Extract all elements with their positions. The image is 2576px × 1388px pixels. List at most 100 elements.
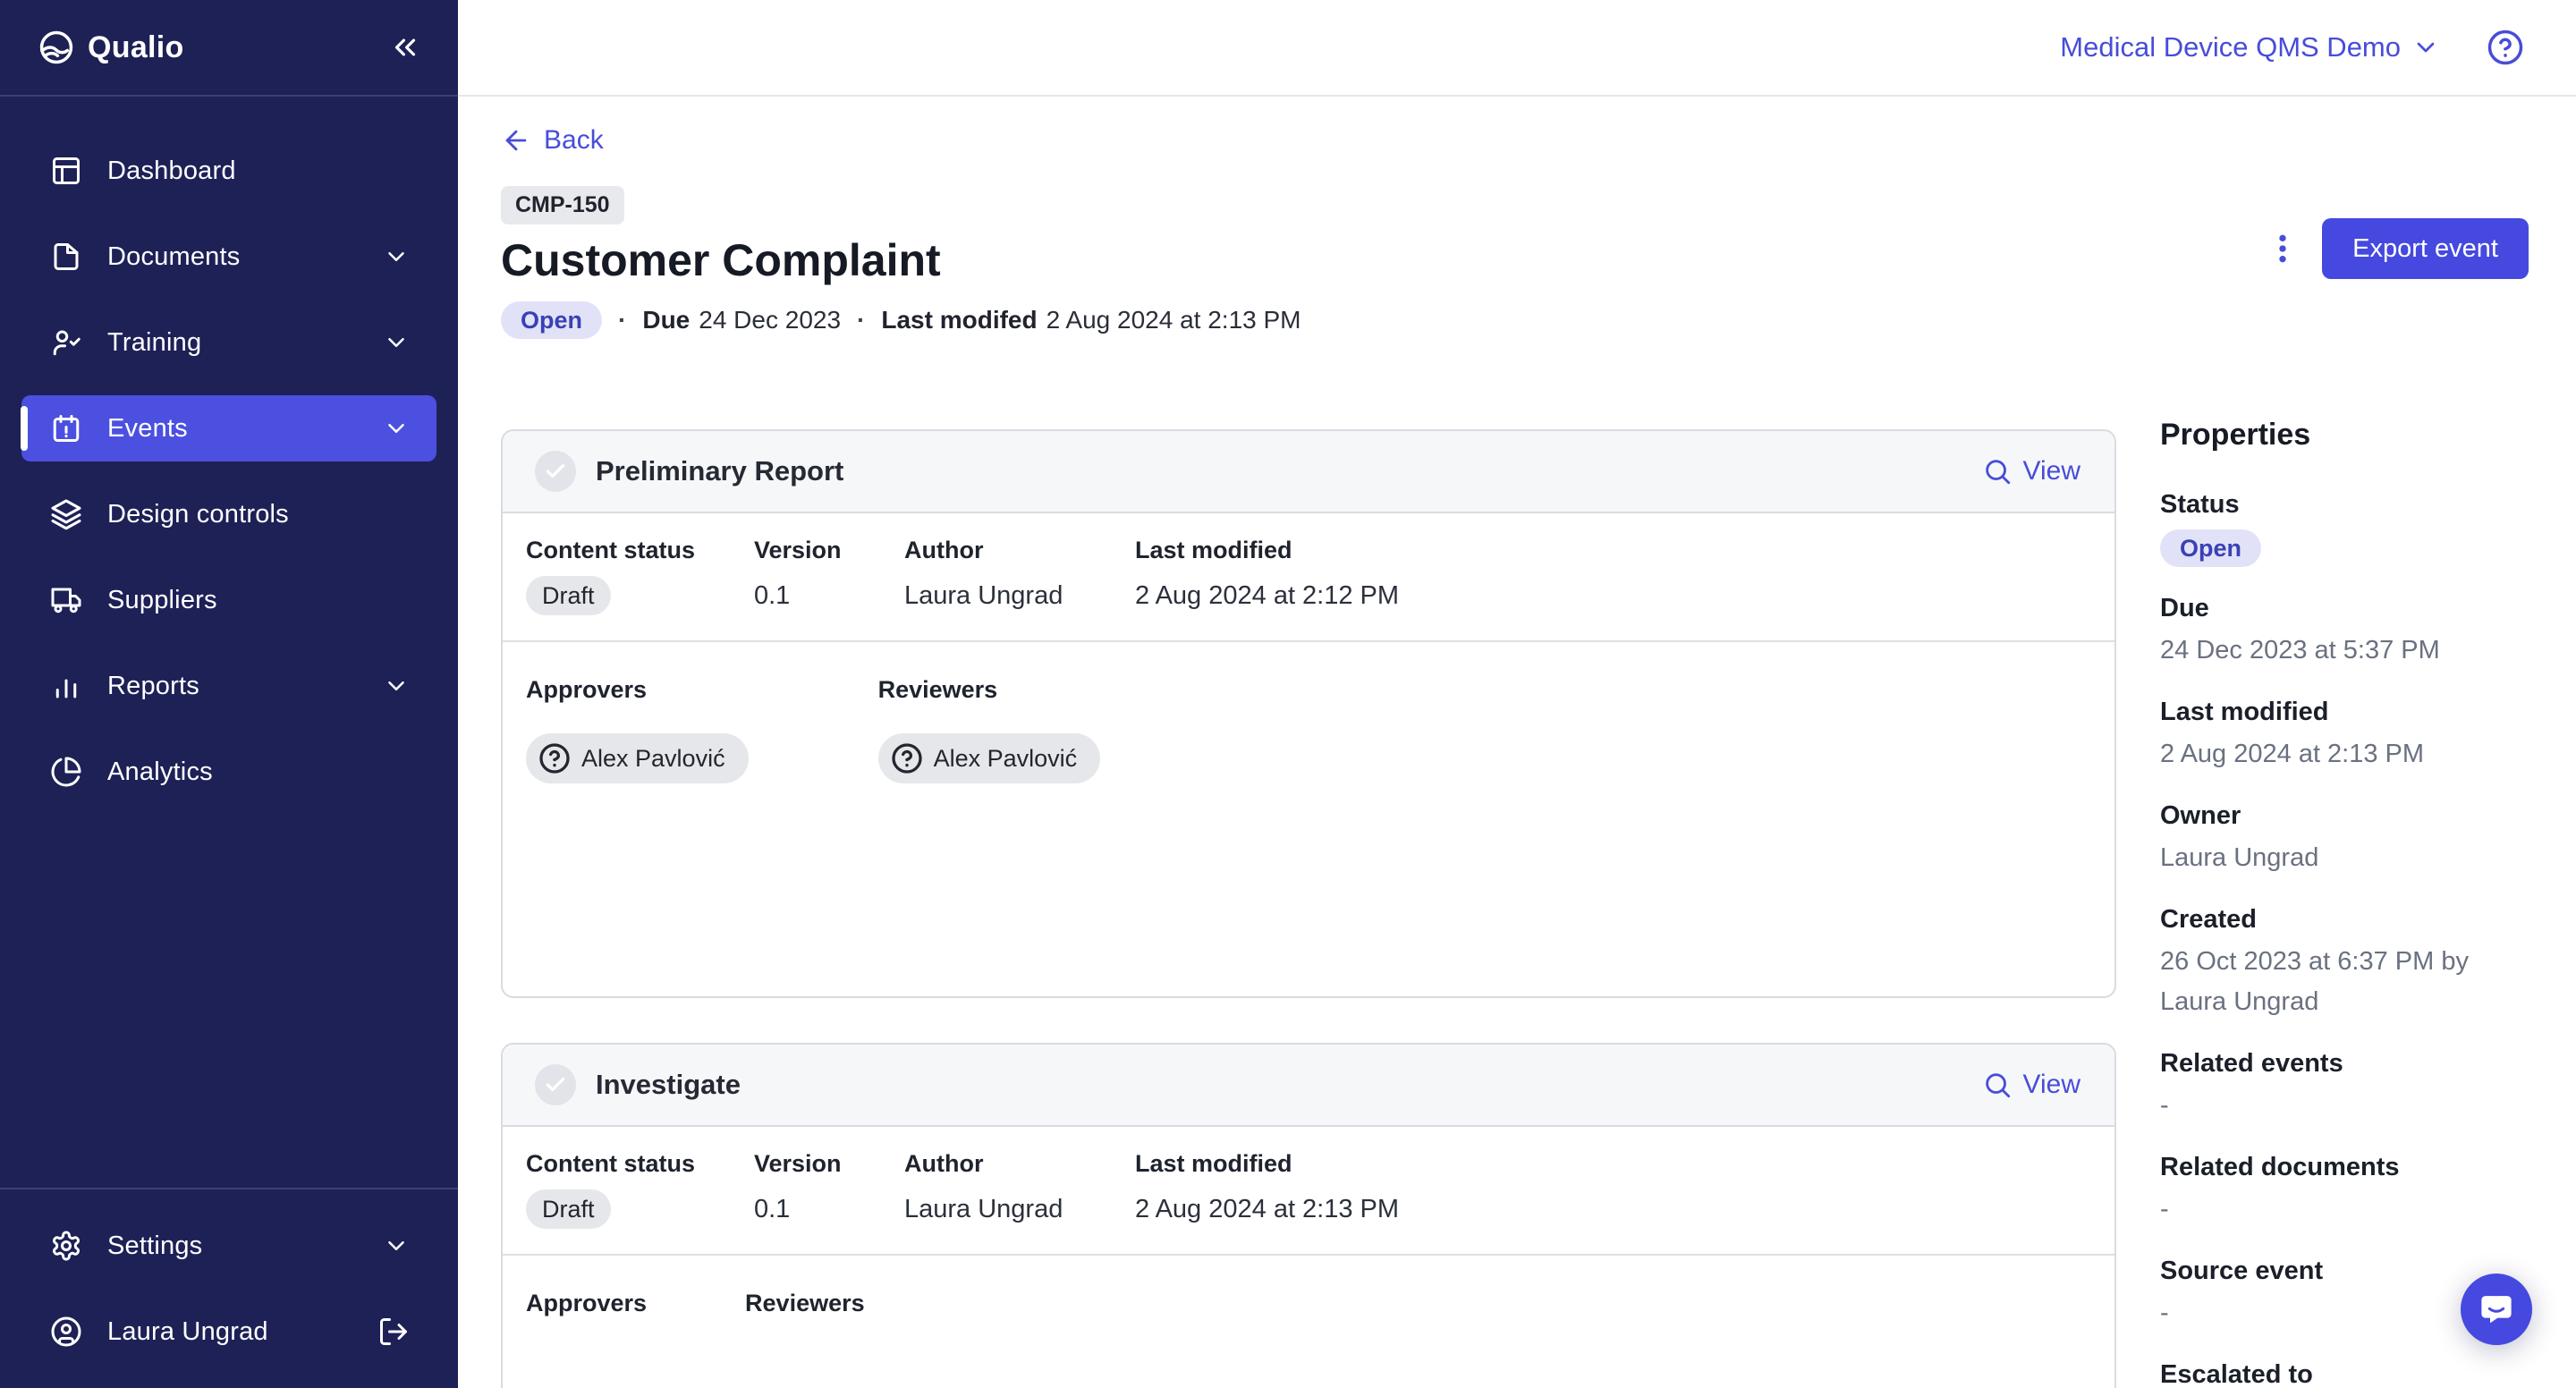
sidebar-header: Qualio bbox=[0, 0, 458, 97]
reviewers-group: Reviewers bbox=[745, 1288, 865, 1318]
search-icon bbox=[1982, 456, 2012, 487]
bar-chart-icon bbox=[50, 670, 82, 702]
sidebar-item-user[interactable]: Laura Ungrad bbox=[21, 1299, 436, 1365]
body-row: Preliminary Report View Content status bbox=[501, 415, 2529, 1388]
current-user-name: Laura Ungrad bbox=[107, 1317, 268, 1347]
page-title: Customer Complaint bbox=[501, 233, 1301, 288]
approver-pill: Alex Pavlović bbox=[526, 733, 749, 783]
step-people: Approvers Reviewers bbox=[503, 1254, 2114, 1388]
sidebar-item-documents[interactable]: Documents bbox=[21, 224, 436, 290]
view-label: View bbox=[2023, 456, 2080, 487]
approvers-group: Approvers Alex Pavlović bbox=[526, 674, 749, 783]
back-link[interactable]: Back bbox=[501, 120, 604, 161]
unknown-user-icon bbox=[891, 742, 923, 774]
step-card-preliminary-report: Preliminary Report View Content status bbox=[501, 429, 2116, 998]
step-card-investigate: Investigate View Content status bbox=[501, 1043, 2116, 1388]
property-created: Created 26 Oct 2023 at 6:37 PM by Laura … bbox=[2160, 901, 2529, 1022]
sidebar-item-events[interactable]: Events bbox=[21, 395, 436, 461]
status-badge: Open bbox=[2160, 529, 2261, 567]
status-badge: Open bbox=[501, 301, 602, 339]
chevron-down-icon bbox=[383, 673, 410, 699]
back-label: Back bbox=[544, 125, 604, 156]
collapse-sidebar-icon[interactable] bbox=[388, 30, 422, 64]
field-version: Version 0.1 bbox=[754, 1148, 904, 1229]
sidebar-item-suppliers[interactable]: Suppliers bbox=[21, 567, 436, 633]
search-icon bbox=[1982, 1070, 2012, 1100]
reviewer-name: Alex Pavlović bbox=[934, 745, 1078, 773]
approvers-group: Approvers bbox=[526, 1288, 647, 1318]
step-title: Preliminary Report bbox=[596, 455, 843, 487]
sidebar-item-label: Design controls bbox=[107, 500, 289, 529]
sidebar: Qualio Dashboard Documents bbox=[0, 0, 458, 1388]
event-meta: Open Due 24 Dec 2023 Last modifed 2 Aug … bbox=[501, 301, 1301, 339]
field-author: Author Laura Ungrad bbox=[904, 535, 1135, 615]
view-label: View bbox=[2023, 1070, 2080, 1100]
app-logo-text: Qualio bbox=[88, 30, 184, 65]
sidebar-item-analytics[interactable]: Analytics bbox=[21, 739, 436, 805]
dashboard-icon bbox=[50, 155, 82, 187]
qualio-logo-icon bbox=[38, 29, 75, 66]
property-due: Due 24 Dec 2023 at 5:37 PM bbox=[2160, 590, 2529, 671]
step-card-header[interactable]: Investigate View bbox=[503, 1045, 2114, 1127]
property-status: Status Open bbox=[2160, 487, 2529, 567]
content-status-badge: Draft bbox=[526, 576, 611, 615]
step-people: Approvers Alex Pavlović bbox=[503, 640, 2114, 996]
app-window: Qualio Dashboard Documents bbox=[0, 0, 2576, 1388]
field-version: Version 0.1 bbox=[754, 535, 904, 615]
field-last-modified: Last modified 2 Aug 2024 at 2:12 PM bbox=[1135, 535, 2088, 615]
layers-icon bbox=[50, 498, 82, 530]
sidebar-item-label: Settings bbox=[107, 1231, 202, 1261]
chat-bubble-icon bbox=[2478, 1291, 2515, 1328]
field-content-status: Content status Draft bbox=[526, 1148, 754, 1229]
reviewer-pill: Alex Pavlović bbox=[878, 733, 1101, 783]
user-circle-icon bbox=[50, 1316, 82, 1348]
step-card-header[interactable]: Preliminary Report View bbox=[503, 431, 2114, 513]
sidebar-item-label: Events bbox=[107, 414, 188, 444]
chat-widget-button[interactable] bbox=[2461, 1274, 2532, 1345]
field-content-status: Content status Draft bbox=[526, 535, 754, 615]
truck-icon bbox=[50, 584, 82, 616]
sidebar-item-label: Suppliers bbox=[107, 586, 217, 615]
more-options-icon[interactable] bbox=[2265, 231, 2301, 267]
sidebar-item-dashboard[interactable]: Dashboard bbox=[21, 138, 436, 204]
property-related-documents: Related documents - bbox=[2160, 1149, 2529, 1230]
chevron-down-icon bbox=[383, 329, 410, 356]
view-step-link[interactable]: View bbox=[1982, 1070, 2080, 1100]
sidebar-item-label: Analytics bbox=[107, 757, 213, 787]
user-check-icon bbox=[50, 326, 82, 359]
workspace-switcher[interactable]: Medical Device QMS Demo bbox=[2060, 31, 2440, 63]
chevron-down-icon bbox=[383, 243, 410, 270]
sidebar-item-reports[interactable]: Reports bbox=[21, 653, 436, 719]
step-title: Investigate bbox=[596, 1069, 741, 1101]
page-content: Back CMP-150 Customer Complaint Open Due… bbox=[458, 97, 2576, 1388]
sidebar-item-label: Dashboard bbox=[107, 157, 236, 186]
sidebar-item-label: Reports bbox=[107, 672, 199, 701]
property-last-modified: Last modified 2 Aug 2024 at 2:13 PM bbox=[2160, 694, 2529, 774]
chevron-down-icon bbox=[383, 1232, 410, 1259]
export-event-button[interactable]: Export event bbox=[2322, 218, 2529, 279]
sidebar-item-training[interactable]: Training bbox=[21, 309, 436, 376]
due-label: Due bbox=[642, 306, 690, 334]
title-block: CMP-150 Customer Complaint Open Due 24 D… bbox=[501, 186, 1301, 339]
properties-title: Properties bbox=[2160, 415, 2529, 454]
step-check-icon bbox=[535, 451, 576, 492]
step-check-icon bbox=[535, 1064, 576, 1105]
properties-panel: Properties Status Open Due 24 Dec 2023 a… bbox=[2160, 415, 2529, 1388]
last-modified-label: Last modifed bbox=[881, 306, 1037, 334]
page-header: CMP-150 Customer Complaint Open Due 24 D… bbox=[501, 186, 2529, 339]
steps-column: Preliminary Report View Content status bbox=[501, 429, 2116, 1388]
chevron-down-icon bbox=[383, 415, 410, 442]
view-step-link[interactable]: View bbox=[1982, 456, 2080, 487]
sidebar-item-settings[interactable]: Settings bbox=[21, 1213, 436, 1279]
log-out-icon[interactable] bbox=[377, 1316, 410, 1348]
unknown-user-icon bbox=[538, 742, 571, 774]
sidebar-item-label: Training bbox=[107, 328, 201, 358]
gear-icon bbox=[50, 1230, 82, 1262]
field-author: Author Laura Ungrad bbox=[904, 1148, 1135, 1229]
header-actions: Export event bbox=[2265, 218, 2529, 279]
dot-separator bbox=[857, 306, 865, 334]
help-circle-icon[interactable] bbox=[2487, 29, 2524, 66]
sidebar-item-design-controls[interactable]: Design controls bbox=[21, 481, 436, 547]
sidebar-nav: Dashboard Documents Training bbox=[0, 97, 458, 1188]
step-fields: Content status Draft Version 0.1 Author … bbox=[503, 1127, 2114, 1254]
